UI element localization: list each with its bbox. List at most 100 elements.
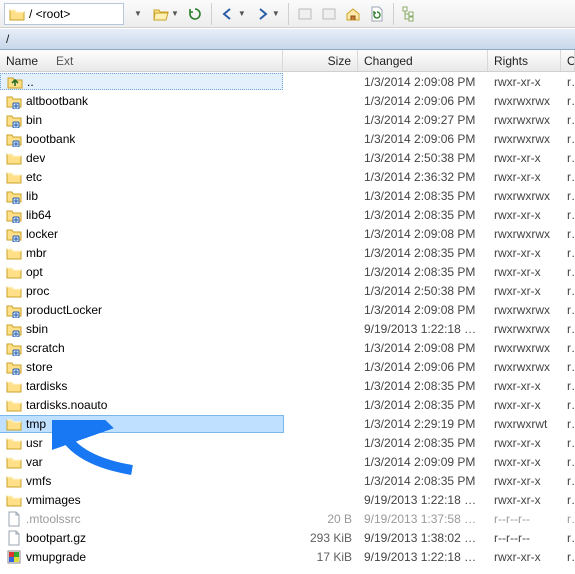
file-icon [6, 530, 22, 546]
caret-down-icon: ▼ [272, 9, 280, 18]
file-changed: 1/3/2014 2:09:06 PM [358, 360, 488, 374]
file-row[interactable]: bootbank1/3/2014 2:09:06 PMrwxrwxrwxroot [0, 129, 575, 148]
file-name: tmp [26, 417, 46, 431]
file-rights: rwxr-xr-x [488, 455, 561, 469]
file-name: store [26, 360, 53, 374]
file-changed: 1/3/2014 2:08:35 PM [358, 189, 488, 203]
file-rights: rwxr-xr-x [488, 379, 561, 393]
parent-dir-row[interactable]: ..1/3/2014 2:09:08 PMrwxr-xr-xroot [0, 72, 575, 91]
header-name[interactable]: Name Ext [0, 50, 283, 71]
file-row[interactable]: mbr1/3/2014 2:08:35 PMrwxr-xr-xroot [0, 243, 575, 262]
path-text: / [6, 32, 9, 46]
folder-l-icon [6, 340, 22, 356]
file-changed: 9/19/2013 1:37:58 … [358, 512, 488, 526]
file-row[interactable]: sbin9/19/2013 1:22:18 …rwxrwxrwxroot [0, 319, 575, 338]
file-row[interactable]: vmimages9/19/2013 1:22:18 …rwxr-xr-xroot [0, 490, 575, 509]
file-name: opt [26, 265, 43, 279]
header-owner[interactable]: Owner [561, 50, 575, 71]
file-owner: root [561, 303, 575, 317]
dim-icon [297, 6, 313, 22]
back-button[interactable]: ▼ [217, 3, 249, 25]
file-size: 17 KiB [283, 550, 358, 564]
file-row[interactable]: tmp1/3/2014 2:29:19 PMrwxrwxrwtroot [0, 414, 575, 433]
file-rights: rwxr-xr-x [488, 246, 561, 260]
forward-button[interactable]: ▼ [251, 3, 283, 25]
file-owner: root [561, 208, 575, 222]
file-owner: root [561, 75, 575, 89]
file-row[interactable]: bin1/3/2014 2:09:27 PMrwxrwxrwxroot [0, 110, 575, 129]
header-rights[interactable]: Rights [488, 50, 561, 71]
file-row[interactable]: opt1/3/2014 2:08:35 PMrwxr-xr-xroot [0, 262, 575, 281]
address-dropdown[interactable]: ▼ [126, 3, 148, 25]
refresh-icon [187, 6, 203, 22]
refresh-button[interactable] [184, 3, 206, 25]
file-changed: 1/3/2014 2:08:35 PM [358, 208, 488, 222]
address-combo[interactable]: / <root> [4, 3, 124, 25]
file-row[interactable]: store1/3/2014 2:09:06 PMrwxrwxrwxroot [0, 357, 575, 376]
file-row[interactable]: etc1/3/2014 2:36:32 PMrwxr-xr-xroot [0, 167, 575, 186]
file-row[interactable]: tardisks.noauto1/3/2014 2:08:35 PMrwxr-x… [0, 395, 575, 414]
header-changed[interactable]: Changed [358, 50, 488, 71]
file-changed: 1/3/2014 2:08:35 PM [358, 474, 488, 488]
path-bar[interactable]: / [0, 28, 575, 50]
file-owner: root [561, 284, 575, 298]
file-rights: rwxrwxrwt [488, 417, 561, 431]
file-list[interactable]: ..1/3/2014 2:09:08 PMrwxr-xr-xrootaltboo… [0, 72, 575, 566]
file-rights: rwxr-xr-x [488, 436, 561, 450]
file-changed: 1/3/2014 2:09:09 PM [358, 455, 488, 469]
file-row[interactable]: tardisks1/3/2014 2:08:35 PMrwxr-xr-xroot [0, 376, 575, 395]
file-changed: 1/3/2014 2:09:06 PM [358, 94, 488, 108]
file-rights: rwxrwxrwx [488, 322, 561, 336]
disabled-button-1 [294, 3, 316, 25]
file-row[interactable]: var1/3/2014 2:09:09 PMrwxr-xr-xroot [0, 452, 575, 471]
file-rights: rwxrwxrwx [488, 303, 561, 317]
open-folder-button[interactable]: ▼ [150, 3, 182, 25]
caret-down-icon: ▼ [171, 9, 179, 18]
header-size[interactable]: Size [283, 50, 358, 71]
file-name: .. [27, 75, 34, 89]
file-row[interactable]: vmfs1/3/2014 2:08:35 PMrwxr-xr-xroot [0, 471, 575, 490]
file-name: productLocker [26, 303, 102, 317]
folder-l-icon [6, 112, 22, 128]
file-row[interactable]: lib641/3/2014 2:08:35 PMrwxr-xr-xroot [0, 205, 575, 224]
file-row[interactable]: vmupgrade17 KiB9/19/2013 1:22:18 …rwxr-x… [0, 547, 575, 566]
file-changed: 9/19/2013 1:22:18 … [358, 550, 488, 564]
header-ext[interactable]: Ext [56, 54, 73, 68]
file-row[interactable]: usr1/3/2014 2:08:35 PMrwxr-xr-xroot [0, 433, 575, 452]
home-button[interactable] [342, 3, 364, 25]
file-name: lib [26, 189, 38, 203]
folder-l-icon [6, 93, 22, 109]
file-changed: 1/3/2014 2:36:32 PM [358, 170, 488, 184]
file-name: etc [26, 170, 42, 184]
file-row[interactable]: .mtoolssrc20 B9/19/2013 1:37:58 …r--r--r… [0, 509, 575, 528]
file-changed: 1/3/2014 2:09:08 PM [358, 341, 488, 355]
file-owner: root [561, 436, 575, 450]
file-row[interactable]: proc1/3/2014 2:50:38 PMrwxr-xr-xroot [0, 281, 575, 300]
file-name: mbr [26, 246, 47, 260]
file-row[interactable]: lib1/3/2014 2:08:35 PMrwxrwxrwxroot [0, 186, 575, 205]
home-icon [345, 6, 361, 22]
file-row[interactable]: dev1/3/2014 2:50:38 PMrwxr-xr-xroot [0, 148, 575, 167]
file-name: tardisks [26, 379, 67, 393]
folder-icon [6, 264, 22, 280]
file-row[interactable]: altbootbank1/3/2014 2:09:06 PMrwxrwxrwxr… [0, 91, 575, 110]
file-rights: rwxr-xr-x [488, 208, 561, 222]
file-owner: root [561, 151, 575, 165]
refresh-doc-button[interactable] [366, 3, 388, 25]
folder-icon [6, 435, 22, 451]
folder-icon [6, 454, 22, 470]
file-rights: rwxrwxrwx [488, 189, 561, 203]
file-changed: 9/19/2013 1:22:18 … [358, 322, 488, 336]
file-row[interactable]: scratch1/3/2014 2:09:08 PMrwxrwxrwxroot [0, 338, 575, 357]
file-row[interactable]: productLocker1/3/2014 2:09:08 PMrwxrwxrw… [0, 300, 575, 319]
folder-icon [6, 169, 22, 185]
file-row[interactable]: locker1/3/2014 2:09:08 PMrwxrwxrwxroot [0, 224, 575, 243]
file-changed: 1/3/2014 2:50:38 PM [358, 151, 488, 165]
tree-button[interactable] [399, 3, 421, 25]
file-row[interactable]: bootpart.gz293 KiB9/19/2013 1:38:02 …r--… [0, 528, 575, 547]
file-rights: rwxrwxrwx [488, 113, 561, 127]
file-owner: root [561, 455, 575, 469]
file-name: bin [26, 113, 42, 127]
file-owner: root [561, 550, 575, 564]
file-name: locker [26, 227, 58, 241]
